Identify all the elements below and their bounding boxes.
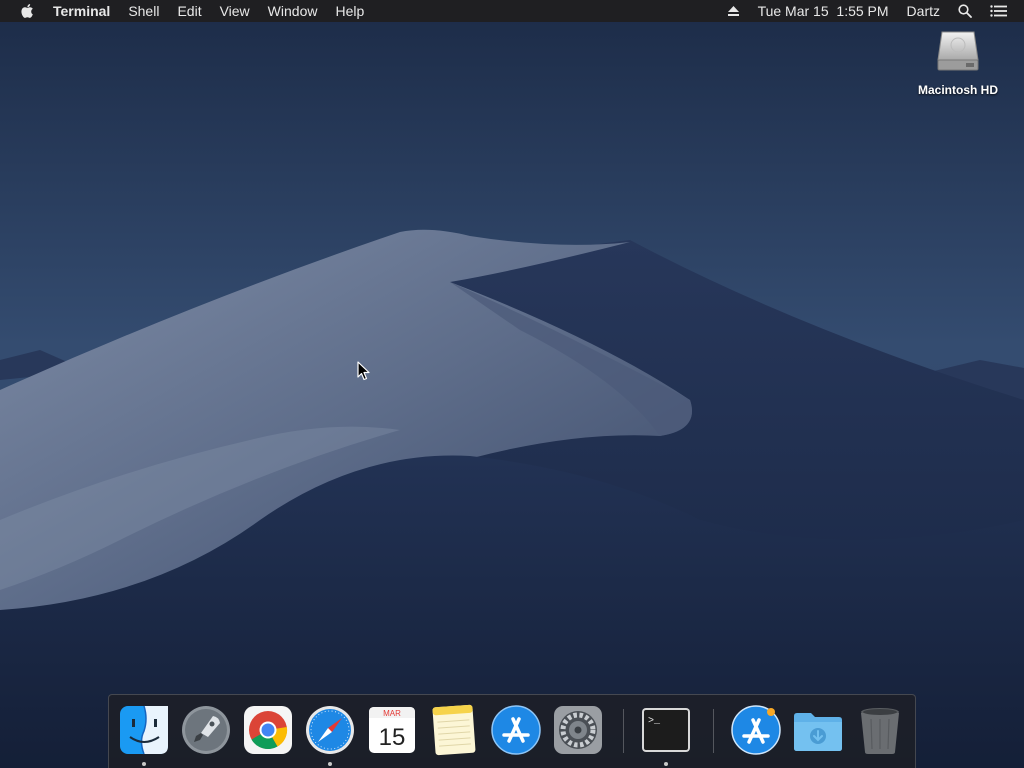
finder-icon xyxy=(120,705,168,755)
notification-center-icon[interactable] xyxy=(981,0,1016,22)
menu-user[interactable]: Dartz xyxy=(898,0,949,22)
dock-separator xyxy=(713,709,714,753)
calendar-icon: MAR 15 xyxy=(369,707,415,753)
menu-view[interactable]: View xyxy=(211,0,259,22)
menu-bar: Terminal Shell Edit View Window Help Tue… xyxy=(0,0,1024,22)
apple-logo-icon[interactable] xyxy=(18,3,44,19)
dock-item-chrome[interactable] xyxy=(241,703,295,757)
running-indicator xyxy=(328,762,332,766)
dock-item-notes[interactable] xyxy=(427,703,481,757)
desktop-icon-label: Macintosh HD xyxy=(917,83,998,97)
dock-item-applications[interactable] xyxy=(729,703,783,757)
dock-item-downloads[interactable] xyxy=(791,703,845,757)
terminal-prompt: >_ xyxy=(648,716,661,727)
spotlight-search-icon[interactable] xyxy=(949,0,981,22)
dock-item-app-store[interactable] xyxy=(489,703,543,757)
downloads-folder-icon xyxy=(794,713,842,751)
trash-icon xyxy=(861,708,899,754)
menu-shell[interactable]: Shell xyxy=(119,0,168,22)
desktop[interactable]: Terminal Shell Edit View Window Help Tue… xyxy=(0,0,1024,768)
calendar-month: MAR xyxy=(383,709,401,718)
menu-clock[interactable]: Tue Mar 15 1:55 PM xyxy=(749,0,898,22)
mouse-cursor-icon xyxy=(357,361,370,381)
app-store-icon xyxy=(491,705,541,755)
terminal-icon: >_ xyxy=(642,708,690,752)
dock-item-terminal[interactable]: >_ xyxy=(639,703,693,766)
dock-item-trash[interactable] xyxy=(853,703,907,757)
safari-icon xyxy=(306,706,354,754)
menu-app-terminal[interactable]: Terminal xyxy=(44,0,119,22)
running-indicator xyxy=(142,762,146,766)
eject-icon[interactable] xyxy=(718,0,749,22)
dock: MAR 15 >_ xyxy=(108,694,916,768)
menu-edit[interactable]: Edit xyxy=(168,0,210,22)
mojave-wallpaper xyxy=(0,0,1024,768)
chrome-icon xyxy=(244,706,292,754)
dock-item-launchpad[interactable] xyxy=(179,703,233,757)
launchpad-icon xyxy=(182,706,230,754)
applications-folder-icon xyxy=(731,705,781,755)
notes-icon xyxy=(432,704,476,756)
system-preferences-icon xyxy=(554,706,602,754)
dock-item-calendar[interactable]: MAR 15 xyxy=(365,703,419,757)
menu-help[interactable]: Help xyxy=(326,0,373,22)
menu-window[interactable]: Window xyxy=(259,0,327,22)
dock-item-system-preferences[interactable] xyxy=(551,703,605,757)
dock-item-safari[interactable] xyxy=(303,703,357,766)
hard-drive-icon xyxy=(937,31,979,71)
calendar-day: 15 xyxy=(379,724,406,751)
running-indicator xyxy=(664,762,668,766)
dock-separator xyxy=(623,709,624,753)
desktop-icon-macintosh-hd[interactable]: Macintosh HD xyxy=(908,28,1008,97)
dock-item-finder[interactable] xyxy=(117,703,171,766)
